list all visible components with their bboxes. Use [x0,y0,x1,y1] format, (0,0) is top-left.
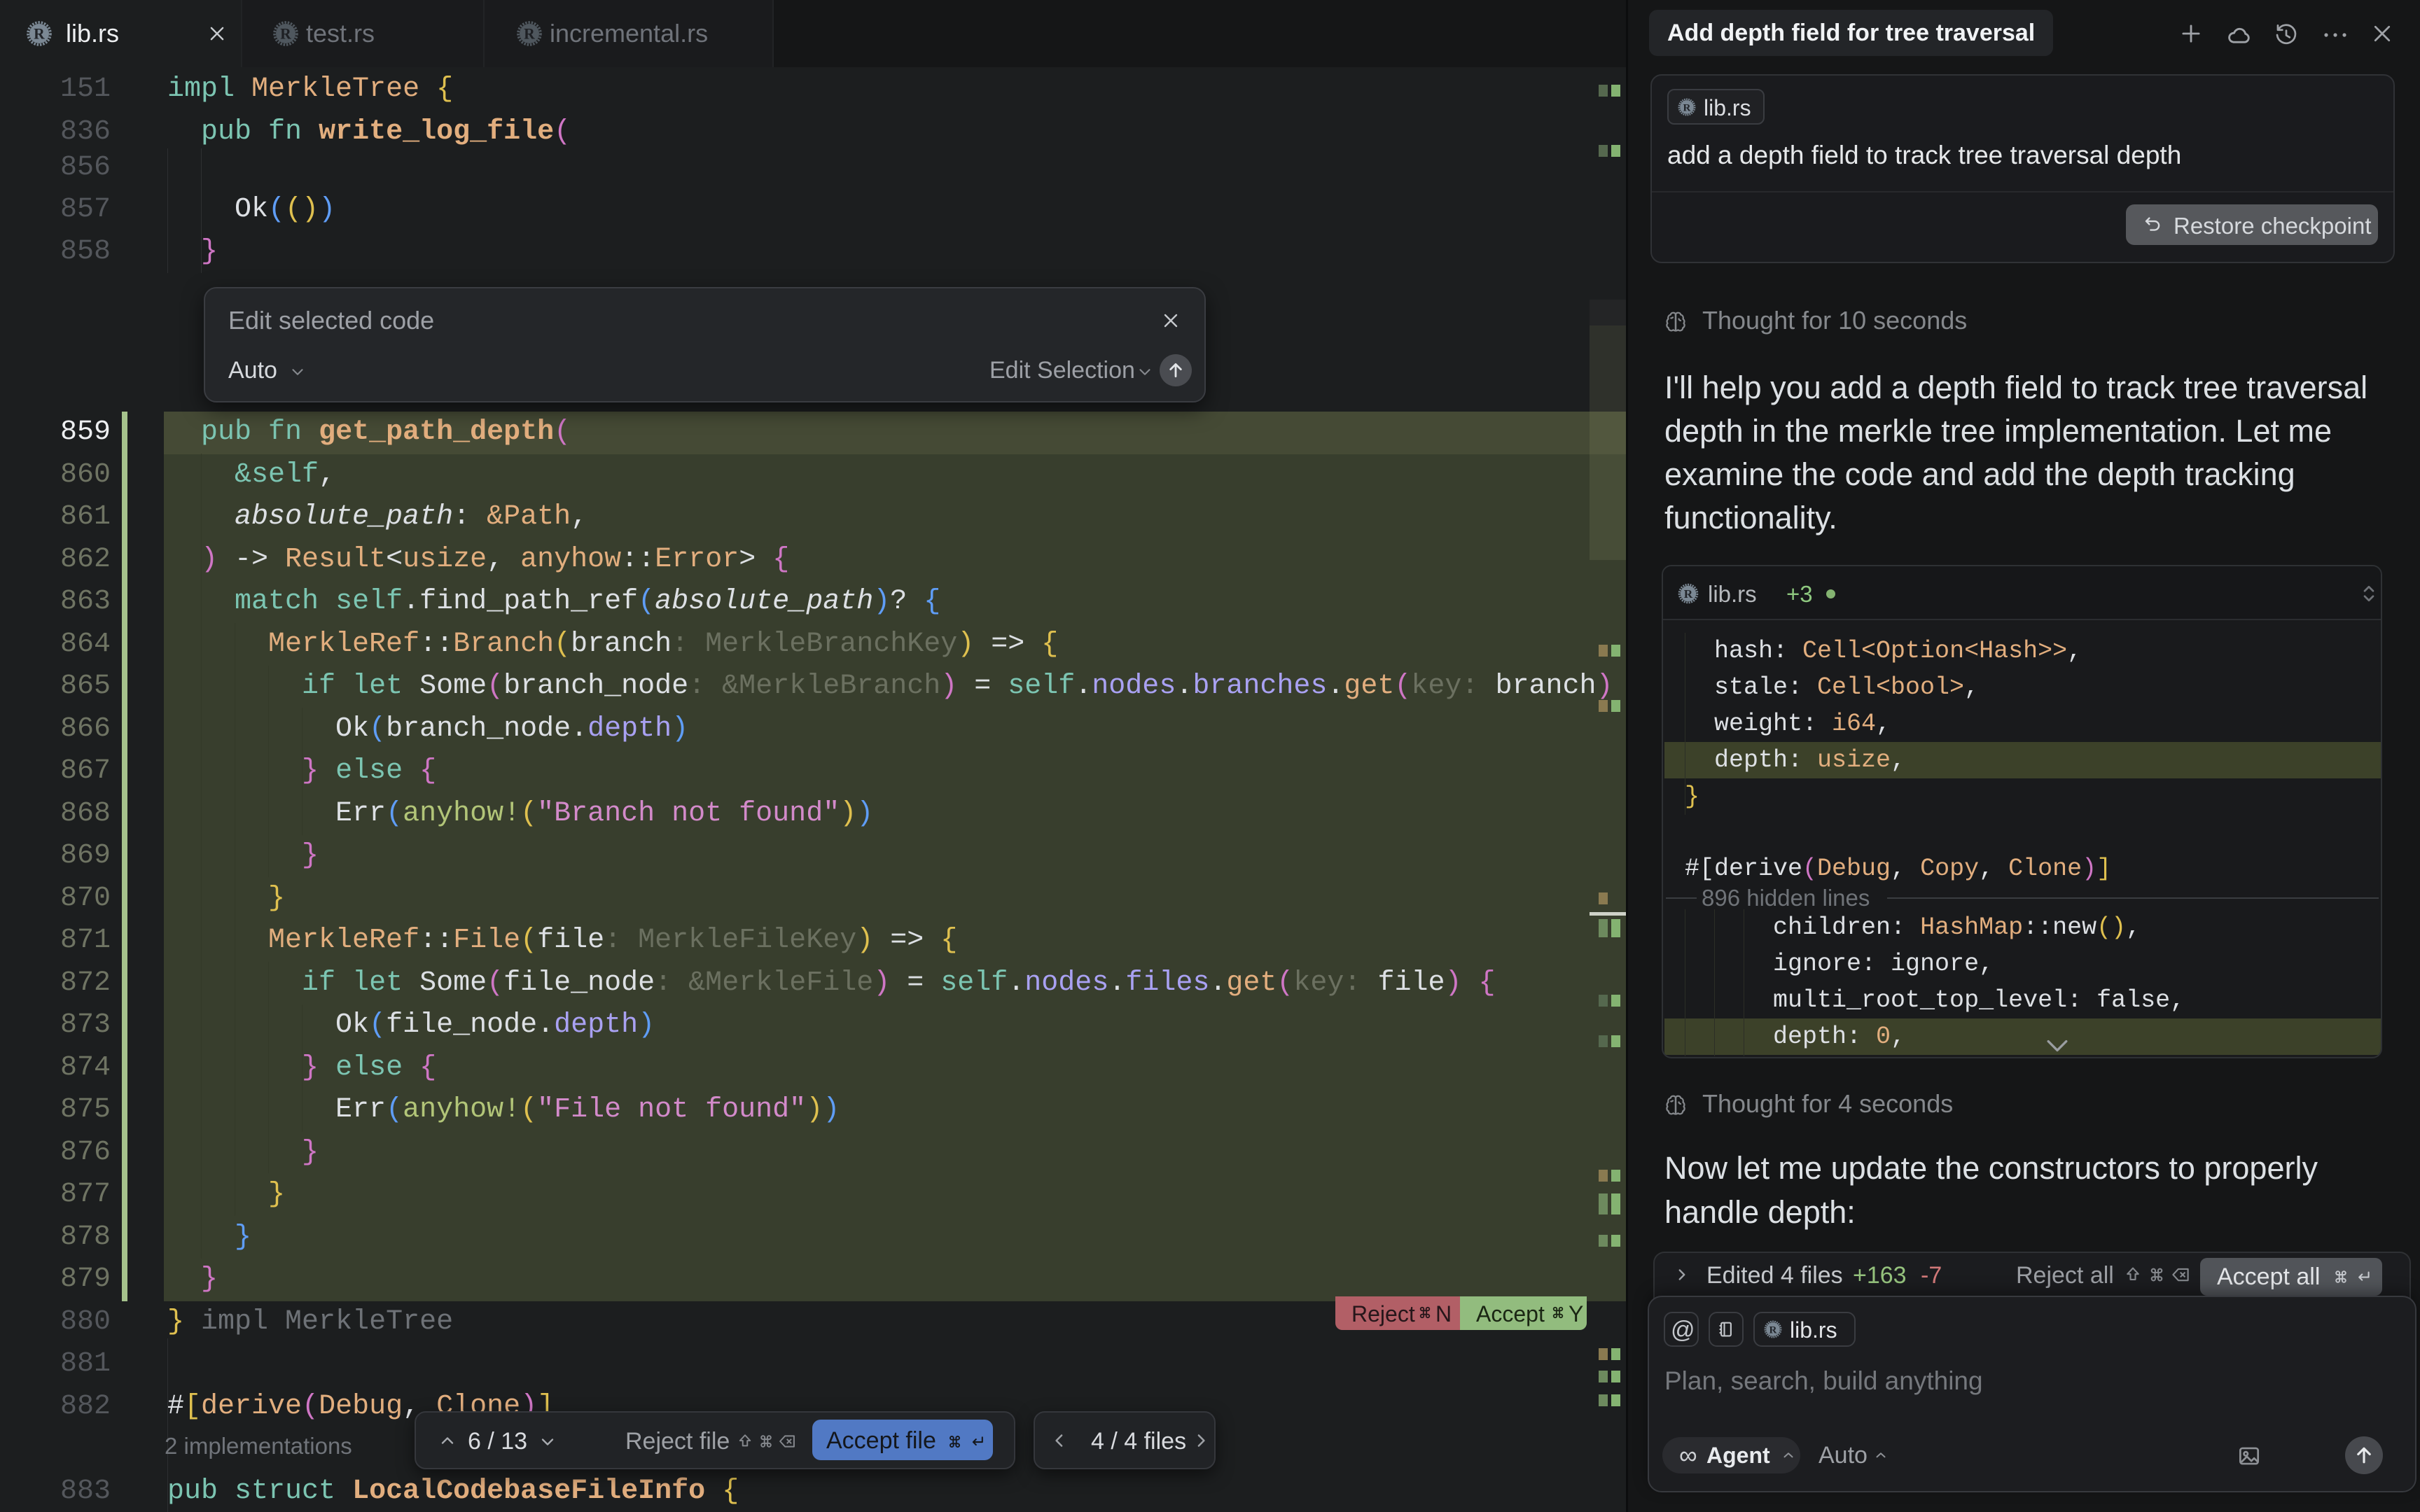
svg-text:R: R [34,26,45,43]
svg-text:R: R [524,26,535,43]
svg-text:R: R [1769,1324,1778,1336]
svg-text:R: R [280,26,291,43]
svg-text:R: R [1684,587,1693,601]
svg-text:R: R [1683,102,1692,113]
